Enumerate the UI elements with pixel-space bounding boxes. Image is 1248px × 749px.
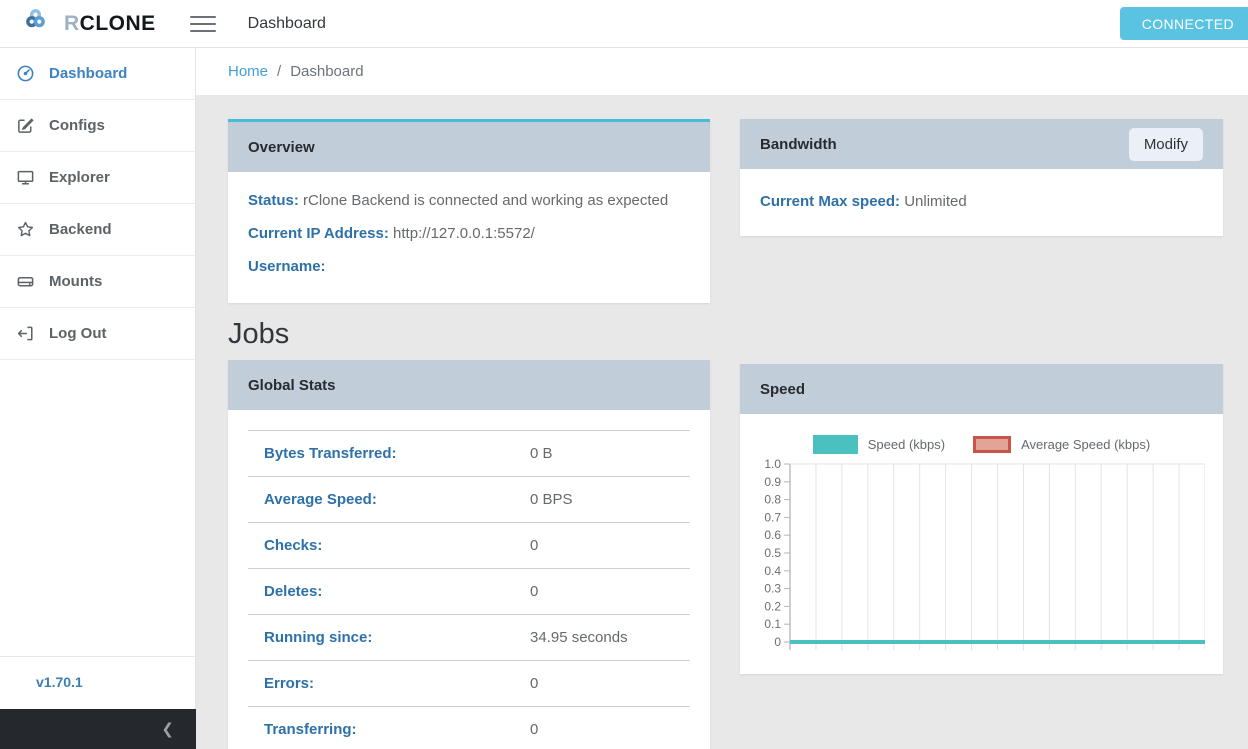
- svg-text:0.8: 0.8: [764, 493, 781, 507]
- bandwidth-card-body: Current Max speed: Unlimited: [740, 169, 1223, 236]
- sidebar-item-label: Dashboard: [49, 65, 127, 82]
- svg-text:0.6: 0.6: [764, 528, 781, 542]
- rclone-logo-icon: [26, 9, 56, 39]
- stats-row-deletes: Deletes: 0: [248, 569, 690, 615]
- global-stats-card: Global Stats Bytes Transferred: 0 B Aver…: [228, 360, 710, 749]
- menu-toggle-icon[interactable]: [190, 16, 216, 32]
- sidebar-item-logout[interactable]: Log Out: [0, 308, 195, 360]
- svg-text:0.9: 0.9: [764, 475, 781, 489]
- right-column: Bandwidth Modify Current Max speed: Unli…: [740, 119, 1223, 749]
- sidebar-item-dashboard[interactable]: Dashboard: [0, 48, 195, 100]
- svg-text:0.4: 0.4: [764, 564, 781, 578]
- breadcrumb: Home / Dashboard: [196, 48, 1248, 95]
- sidebar-collapse-bar[interactable]: ❮: [0, 709, 196, 749]
- logo-text: RCLONE: [64, 12, 156, 36]
- svg-text:0.3: 0.3: [764, 582, 781, 596]
- sidebar-item-explorer[interactable]: Explorer: [0, 152, 195, 204]
- svg-text:0.1: 0.1: [764, 617, 781, 631]
- sidebar-item-label: Backend: [49, 221, 112, 238]
- svg-text:0.7: 0.7: [764, 510, 781, 524]
- ip-address-row: Current IP Address: http://127.0.0.1:557…: [248, 225, 690, 242]
- version-link[interactable]: v1.70.1: [36, 674, 83, 690]
- dashboard-gauge-icon: [16, 64, 35, 83]
- edit-icon: [16, 116, 35, 135]
- drive-icon: [16, 272, 35, 291]
- monitor-icon: [16, 168, 35, 187]
- speed-card: Speed Speed (kbps) Average Speed (kbps) …: [740, 364, 1223, 674]
- sidebar-item-backend[interactable]: Backend: [0, 204, 195, 256]
- breadcrumb-current: Dashboard: [290, 63, 363, 80]
- breadcrumb-home-link[interactable]: Home: [228, 63, 268, 80]
- overview-card: Overview Status: rClone Backend is conne…: [228, 119, 710, 303]
- speed-legend-label: Speed (kbps): [868, 437, 945, 452]
- global-stats-card-title: Global Stats: [248, 377, 336, 394]
- sidebar-item-label: Log Out: [49, 325, 106, 342]
- connected-status-button[interactable]: CONNECTED: [1120, 7, 1248, 40]
- sign-out-icon: [16, 324, 35, 343]
- average-speed-legend-swatch: [973, 436, 1011, 453]
- username-row: Username:: [248, 258, 690, 275]
- stats-row-bytes-transferred: Bytes Transferred: 0 B: [248, 431, 690, 477]
- modify-bandwidth-button[interactable]: Modify: [1129, 128, 1203, 161]
- star-icon: [16, 220, 35, 239]
- page-title: Dashboard: [248, 15, 326, 33]
- sidebar-item-mounts[interactable]: Mounts: [0, 256, 195, 308]
- global-stats-table: Bytes Transferred: 0 B Average Speed: 0 …: [248, 430, 690, 749]
- top-header: RCLONE Dashboard CONNECTED: [0, 0, 1248, 48]
- sidebar-item-configs[interactable]: Configs: [0, 100, 195, 152]
- svg-text:0.2: 0.2: [764, 599, 781, 613]
- bandwidth-card-header: Bandwidth Modify: [740, 119, 1223, 169]
- global-stats-card-header: Global Stats: [228, 360, 710, 410]
- max-speed-row: Current Max speed: Unlimited: [760, 193, 1203, 210]
- svg-text:0.5: 0.5: [764, 546, 781, 560]
- sidebar-item-label: Mounts: [49, 273, 102, 290]
- status-row: Status: rClone Backend is connected and …: [248, 192, 690, 209]
- svg-text:0: 0: [774, 635, 781, 649]
- overview-card-title: Overview: [248, 139, 315, 156]
- sidebar-item-label: Explorer: [49, 169, 110, 186]
- sidebar-item-label: Configs: [49, 117, 105, 134]
- left-column: Overview Status: rClone Backend is conne…: [228, 119, 710, 749]
- stats-row-average-speed: Average Speed: 0 BPS: [248, 477, 690, 523]
- sidebar: Dashboard Configs Explorer: [0, 48, 196, 749]
- rclone-webui-app: RCLONE Dashboard CONNECTED Dashboard Con…: [0, 0, 1248, 749]
- speed-chart: 1.0 0.9 0.8 0.7 0.6 0.5 0.4 0.3 0.2 0.1 0: [758, 454, 1205, 656]
- stats-row-transferring: Transferring: 0: [248, 707, 690, 749]
- svg-text:1.0: 1.0: [764, 457, 781, 471]
- bandwidth-card-title: Bandwidth: [760, 136, 837, 153]
- speed-card-header: Speed: [740, 364, 1223, 414]
- main-area: Home / Dashboard Overview Status: rClone…: [196, 48, 1248, 749]
- stats-row-errors: Errors: 0: [248, 661, 690, 707]
- version-box: v1.70.1: [0, 656, 195, 709]
- speed-card-body: Speed (kbps) Average Speed (kbps) 1.0 0.9…: [740, 414, 1223, 674]
- rclone-logo[interactable]: RCLONE: [26, 9, 156, 39]
- stats-row-running-since: Running since: 34.95 seconds: [248, 615, 690, 661]
- chart-legend: Speed (kbps) Average Speed (kbps): [758, 434, 1205, 454]
- stats-row-checks: Checks: 0: [248, 523, 690, 569]
- speed-legend-swatch: [813, 435, 858, 454]
- global-stats-body: Bytes Transferred: 0 B Average Speed: 0 …: [228, 410, 710, 749]
- dashboard-content: Overview Status: rClone Backend is conne…: [196, 95, 1248, 749]
- jobs-section-heading: Jobs: [228, 318, 710, 351]
- overview-card-body: Status: rClone Backend is connected and …: [228, 172, 710, 303]
- speed-card-title: Speed: [760, 381, 805, 398]
- average-speed-legend-label: Average Speed (kbps): [1021, 437, 1150, 452]
- bandwidth-card: Bandwidth Modify Current Max speed: Unli…: [740, 119, 1223, 236]
- collapse-chevron-icon: ❮: [161, 720, 174, 738]
- overview-card-header: Overview: [228, 122, 710, 172]
- breadcrumb-separator: /: [277, 63, 281, 80]
